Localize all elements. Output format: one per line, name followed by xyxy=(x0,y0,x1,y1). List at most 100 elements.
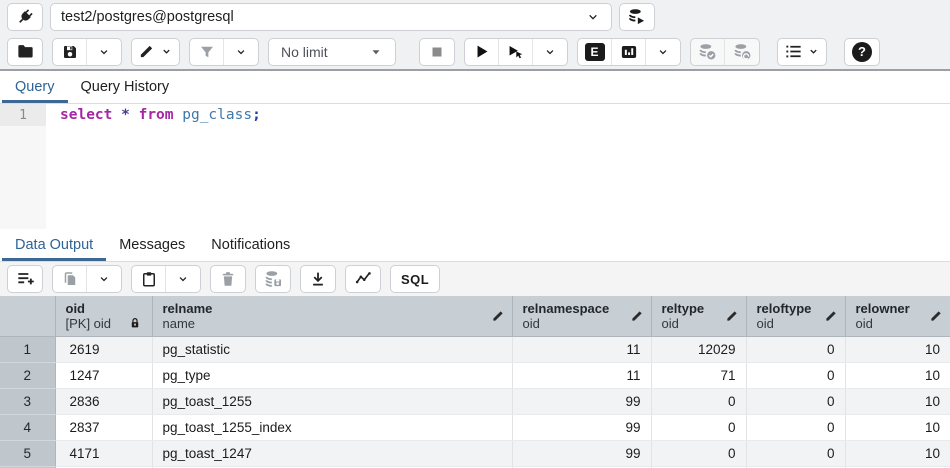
plug-icon xyxy=(15,7,35,27)
cell-oid[interactable]: 2837 xyxy=(55,414,152,440)
cell-oid[interactable]: 2836 xyxy=(55,388,152,414)
cell-relowner[interactable]: 10 xyxy=(845,362,950,388)
cell-relnamespace[interactable]: 99 xyxy=(512,414,651,440)
add-row-button[interactable] xyxy=(7,265,43,293)
rollback-button[interactable] xyxy=(725,39,759,65)
row-number[interactable]: 4 xyxy=(0,414,55,440)
trash-icon xyxy=(219,270,237,288)
show-sql-button[interactable]: SQL xyxy=(390,265,440,293)
row-number[interactable]: 1 xyxy=(0,336,55,362)
save-options-dropdown[interactable] xyxy=(87,39,121,65)
graph-visualiser-button[interactable] xyxy=(345,265,381,293)
clipboard-icon xyxy=(140,270,158,288)
explain-options-dropdown[interactable] xyxy=(646,39,680,65)
cell-reltype[interactable]: 71 xyxy=(651,362,746,388)
cell-relnamespace[interactable]: 11 xyxy=(512,336,651,362)
cell-reloftype[interactable]: 0 xyxy=(746,414,845,440)
connection-bar: test2/postgres@postgresql xyxy=(0,0,950,34)
cell-relname[interactable]: pg_statistic xyxy=(152,336,512,362)
result-table: oid [PK] oid relname name re xyxy=(0,296,950,468)
download-results-button[interactable] xyxy=(300,265,336,293)
macros-button[interactable] xyxy=(777,38,827,66)
cell-reltype[interactable]: 12029 xyxy=(651,336,746,362)
copy-button[interactable] xyxy=(53,266,87,292)
sql-operator: * xyxy=(112,107,138,123)
connection-status-button[interactable] xyxy=(7,3,43,31)
filter-options-dropdown[interactable] xyxy=(224,39,258,65)
explain-analyze-button[interactable] xyxy=(612,39,646,65)
cancel-query-button[interactable] xyxy=(419,38,455,66)
cell-relname[interactable]: pg_type xyxy=(152,362,512,388)
table-row: 5 4171 pg_toast_1247 99 0 0 10 xyxy=(0,440,950,466)
cell-relowner[interactable]: 10 xyxy=(845,414,950,440)
filter-icon xyxy=(198,43,216,61)
connection-select[interactable]: test2/postgres@postgresql xyxy=(50,3,612,31)
paste-button[interactable] xyxy=(132,266,166,292)
cell-relnamespace[interactable]: 99 xyxy=(512,388,651,414)
row-number[interactable]: 3 xyxy=(0,388,55,414)
new-connection-button[interactable] xyxy=(619,3,655,31)
save-file-button[interactable] xyxy=(53,39,87,65)
row-limit-select[interactable]: No limit xyxy=(268,38,396,66)
copy-options-dropdown[interactable] xyxy=(87,266,121,292)
execute-button[interactable] xyxy=(465,39,499,65)
open-file-button[interactable] xyxy=(7,38,43,66)
save-data-button[interactable] xyxy=(255,265,291,293)
cell-relnamespace[interactable]: 99 xyxy=(512,440,651,466)
edit-menu-button[interactable] xyxy=(131,38,180,66)
cell-reloftype[interactable]: 0 xyxy=(746,336,845,362)
cell-reltype[interactable]: 0 xyxy=(651,388,746,414)
save-icon xyxy=(61,43,79,61)
column-header-relowner[interactable]: relowner oid xyxy=(845,296,950,336)
cell-reltype[interactable]: 0 xyxy=(651,414,746,440)
execute-options-dropdown[interactable] xyxy=(533,39,567,65)
tab-query[interactable]: Query xyxy=(2,71,68,103)
editor-gutter: 1 xyxy=(0,104,46,229)
tab-messages[interactable]: Messages xyxy=(106,229,198,261)
cell-oid[interactable]: 2619 xyxy=(55,336,152,362)
cell-relnamespace[interactable]: 11 xyxy=(512,362,651,388)
tab-query-label: Query xyxy=(15,79,55,95)
chevron-down-icon xyxy=(176,272,190,286)
cell-relowner[interactable]: 10 xyxy=(845,388,950,414)
cell-relowner[interactable]: 10 xyxy=(845,336,950,362)
delete-row-button[interactable] xyxy=(210,265,246,293)
explain-button-group: E xyxy=(577,38,681,66)
cell-reloftype[interactable]: 0 xyxy=(746,362,845,388)
cell-reltype[interactable]: 0 xyxy=(651,440,746,466)
sql-editor[interactable]: 1 select * from pg_class; xyxy=(0,104,950,229)
database-commit-icon xyxy=(697,42,718,62)
row-number[interactable]: 2 xyxy=(0,362,55,388)
cell-oid[interactable]: 1247 xyxy=(55,362,152,388)
column-header-relname[interactable]: relname name xyxy=(152,296,512,336)
cell-relname[interactable]: pg_toast_1255 xyxy=(152,388,512,414)
explain-button[interactable]: E xyxy=(578,39,612,65)
query-toolbar: No limit E xyxy=(0,34,950,71)
transaction-button-group xyxy=(690,38,760,66)
sql-identifier: pg_class xyxy=(174,107,253,123)
column-header-oid[interactable]: oid [PK] oid xyxy=(55,296,152,336)
commit-button[interactable] xyxy=(691,39,725,65)
tab-data-output-label: Data Output xyxy=(15,237,93,253)
column-header-reltype[interactable]: reltype oid xyxy=(651,296,746,336)
execute-current-button[interactable] xyxy=(499,39,533,65)
cell-relname[interactable]: pg_toast_1247 xyxy=(152,440,512,466)
paste-options-dropdown[interactable] xyxy=(166,266,200,292)
cell-oid[interactable]: 4171 xyxy=(55,440,152,466)
column-header-reloftype[interactable]: reloftype oid xyxy=(746,296,845,336)
cell-relname[interactable]: pg_toast_1255_index xyxy=(152,414,512,440)
header-row: oid [PK] oid relname name re xyxy=(0,296,950,336)
help-button[interactable]: ? xyxy=(844,38,880,66)
cell-reloftype[interactable]: 0 xyxy=(746,388,845,414)
play-icon xyxy=(472,42,491,61)
row-number[interactable]: 5 xyxy=(0,440,55,466)
tab-notifications[interactable]: Notifications xyxy=(198,229,303,261)
column-header-relnamespace[interactable]: relnamespace oid xyxy=(512,296,651,336)
sql-keyword: select xyxy=(60,107,112,123)
cell-reloftype[interactable]: 0 xyxy=(746,440,845,466)
select-all-header[interactable] xyxy=(0,296,55,336)
tab-data-output[interactable]: Data Output xyxy=(2,229,106,261)
filter-button[interactable] xyxy=(190,39,224,65)
cell-relowner[interactable]: 10 xyxy=(845,440,950,466)
tab-query-history[interactable]: Query History xyxy=(68,71,183,103)
